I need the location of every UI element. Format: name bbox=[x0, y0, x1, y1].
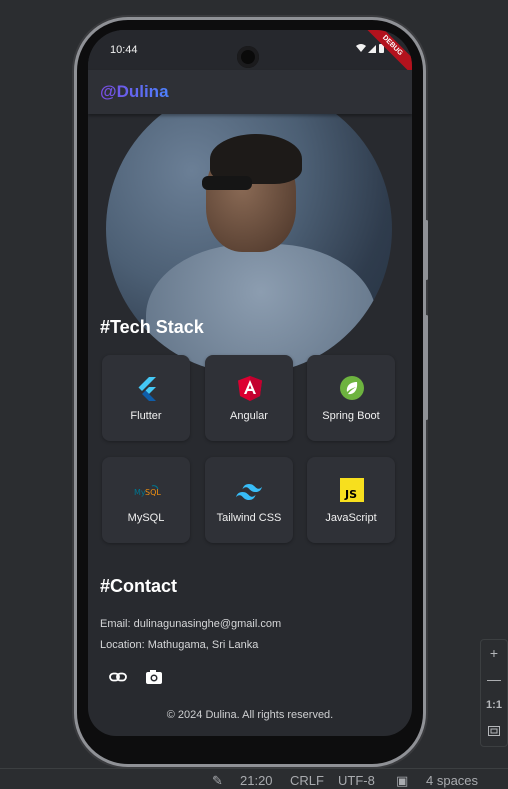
status-icons bbox=[356, 43, 386, 57]
indent-setting[interactable]: 4 spaces bbox=[426, 773, 478, 788]
tailwind-icon bbox=[236, 484, 262, 500]
line-ending[interactable]: CRLF bbox=[290, 773, 324, 788]
zoom-in-button[interactable]: + bbox=[481, 640, 507, 666]
brand-title[interactable]: @Dulina bbox=[100, 82, 169, 102]
readonly-icon[interactable]: ▣ bbox=[396, 773, 408, 789]
javascript-icon: JS bbox=[340, 478, 364, 502]
angular-icon bbox=[238, 376, 262, 401]
file-encoding[interactable]: UTF-8 bbox=[338, 773, 375, 788]
tech-card-javascript[interactable]: JS JavaScript bbox=[307, 457, 395, 543]
contact-heading: #Contact bbox=[100, 576, 178, 596]
tech-card-mysql[interactable]: My SQL MySQL bbox=[102, 457, 190, 543]
ide-status-bar: ✎ 21:20 CRLF UTF-8 ▣ 4 spaces bbox=[0, 768, 508, 788]
zoom-out-button[interactable]: — bbox=[481, 666, 507, 692]
zoom-toolbar: + — 1:1 bbox=[480, 639, 508, 747]
status-time: 10:44 bbox=[110, 44, 138, 56]
camera-icon bbox=[146, 670, 162, 684]
fit-screen-icon bbox=[488, 726, 500, 736]
device-screen: #Tech Stack Flutter Angular Spring Boot … bbox=[88, 30, 412, 736]
app-bar: @Dulina bbox=[88, 70, 412, 114]
tech-label: Angular bbox=[230, 410, 268, 422]
link-icon bbox=[109, 672, 127, 682]
tech-label: Spring Boot bbox=[322, 410, 380, 422]
svg-text:JS: JS bbox=[344, 488, 357, 501]
svg-text:SQL: SQL bbox=[145, 488, 161, 497]
ide-toolbar bbox=[0, 0, 508, 10]
tech-card-flutter[interactable]: Flutter bbox=[102, 355, 190, 441]
cursor-position[interactable]: 21:20 bbox=[240, 773, 273, 788]
tech-stack-heading: #Tech Stack bbox=[100, 317, 204, 337]
spring-boot-icon bbox=[340, 376, 364, 400]
link-button[interactable] bbox=[107, 666, 129, 688]
tech-label: MySQL bbox=[127, 512, 165, 524]
footer-text: © 2024 Dulina. All rights reserved. bbox=[166, 709, 334, 721]
brush-icon[interactable]: ✎ bbox=[212, 773, 223, 789]
flutter-icon bbox=[138, 377, 156, 401]
contact-email: Email: dulinagunasinghe@gmail.com bbox=[100, 618, 282, 630]
scroll-content[interactable]: #Tech Stack Flutter Angular Spring Boot … bbox=[88, 114, 412, 736]
tech-label: JavaScript bbox=[325, 512, 377, 524]
front-camera bbox=[237, 46, 259, 68]
contact-location: Location: Mathugama, Sri Lanka bbox=[100, 639, 259, 651]
fit-screen-button[interactable] bbox=[481, 718, 507, 744]
status-bar: 10:44 DEBUG bbox=[88, 30, 412, 79]
tech-label: Flutter bbox=[130, 410, 162, 422]
tech-card-spring-boot[interactable]: Spring Boot bbox=[307, 355, 395, 441]
mysql-icon: My SQL bbox=[134, 485, 161, 497]
zoom-reset-button[interactable]: 1:1 bbox=[481, 692, 507, 718]
tech-label: Tailwind CSS bbox=[216, 512, 282, 524]
tech-card-tailwind[interactable]: Tailwind CSS bbox=[205, 457, 293, 543]
tech-card-angular[interactable]: Angular bbox=[205, 355, 293, 441]
power-button bbox=[425, 315, 428, 420]
volume-button bbox=[425, 220, 428, 280]
instagram-button[interactable] bbox=[143, 666, 165, 688]
